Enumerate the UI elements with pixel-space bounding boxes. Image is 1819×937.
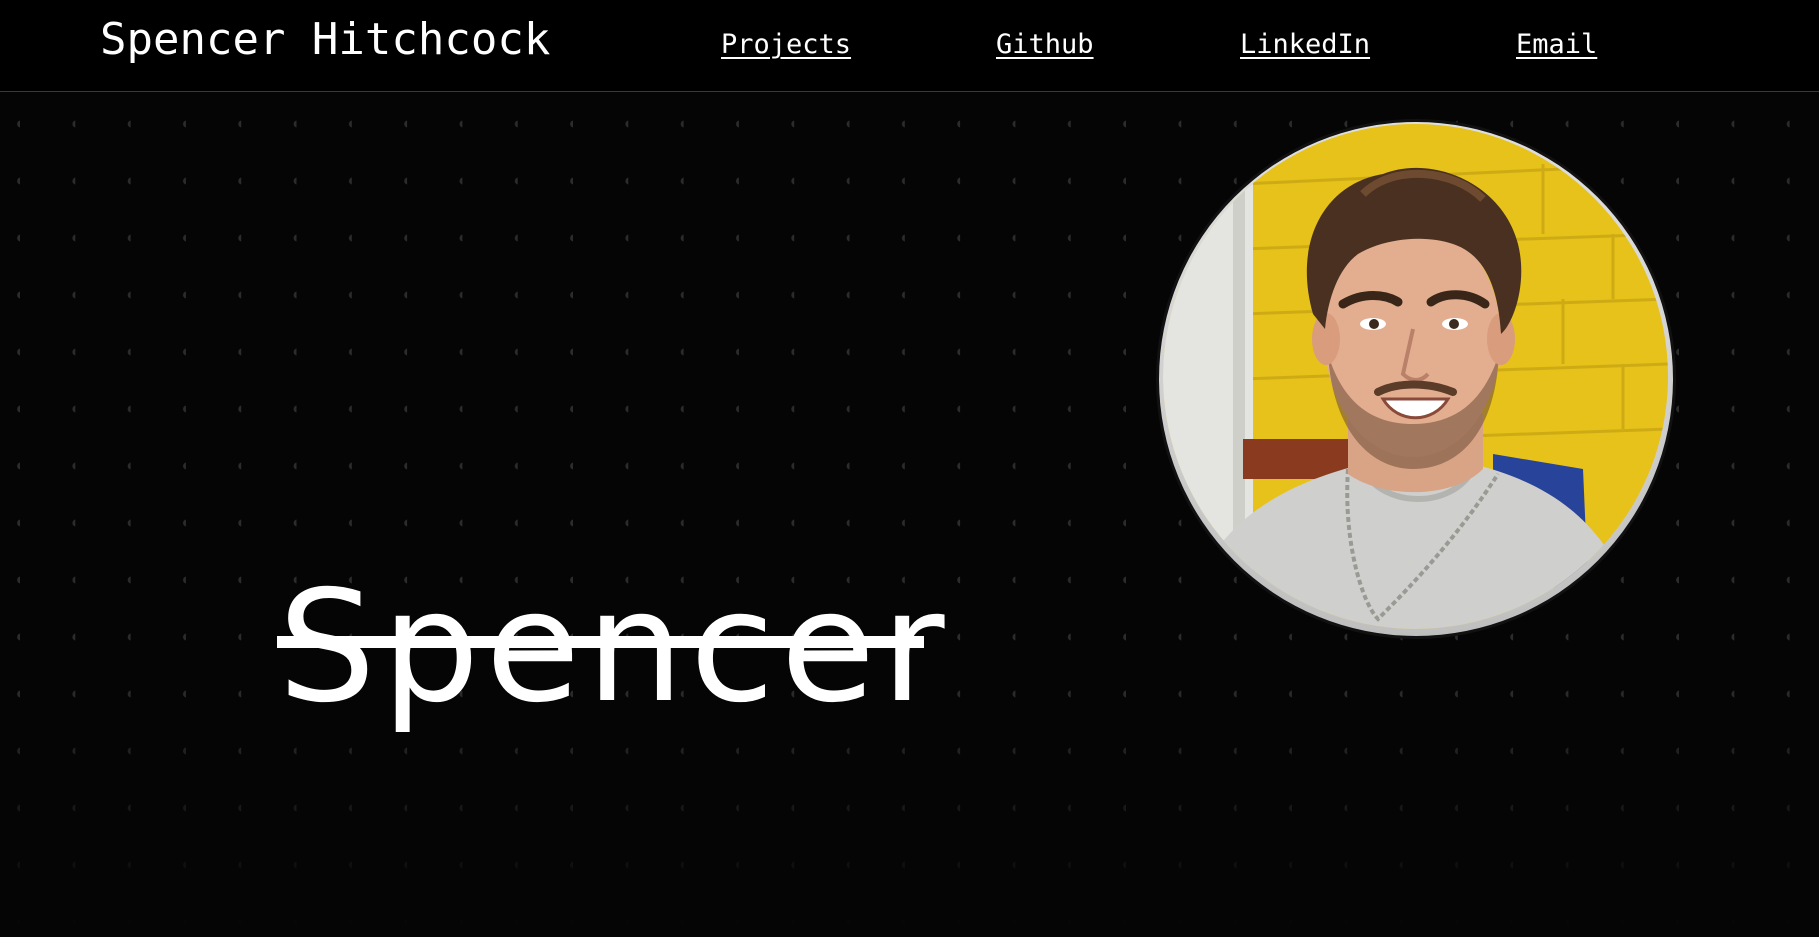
nav-link-email[interactable]: Email [1516,28,1597,62]
top-navbar: Spencer Hitchcock Projects Github Linked… [0,0,1819,92]
nav-link-linkedin[interactable]: LinkedIn [1240,28,1370,62]
hero-name-underline [277,636,924,648]
nav-link-projects[interactable]: Projects [721,28,851,62]
hero-name: Spencer [278,558,951,737]
nav-link-github[interactable]: Github [996,28,1094,62]
profile-photo-icon [1163,124,1668,629]
site-title[interactable]: Spencer Hitchcock [100,14,550,66]
